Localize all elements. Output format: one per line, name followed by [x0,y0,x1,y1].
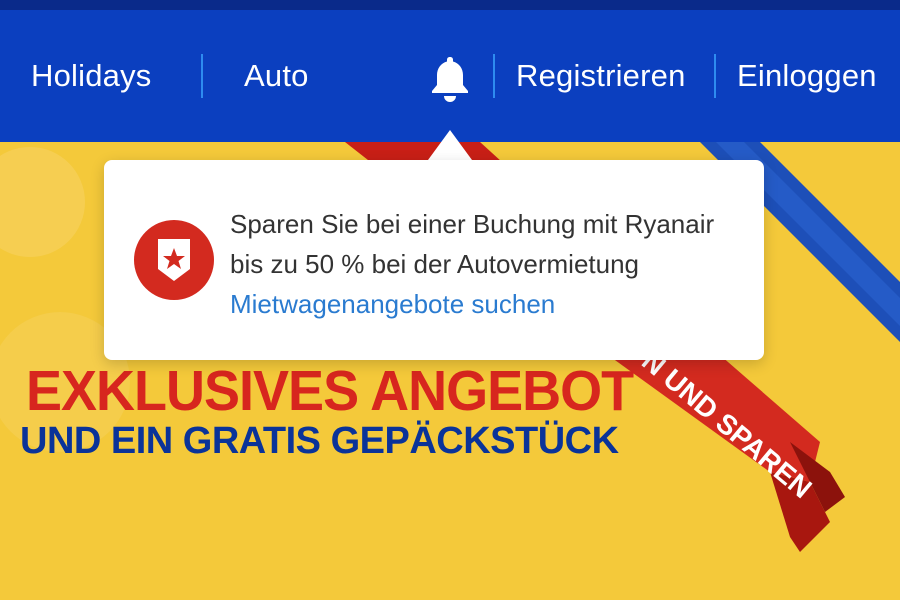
nav-item-holidays[interactable]: Holidays [31,10,151,142]
tooltip-message: Sparen Sie bei einer Buchung mit Ryanair… [230,204,750,284]
nav-divider [714,54,716,98]
tooltip-arrow [428,130,472,160]
nav-item-login[interactable]: Einloggen [737,10,877,142]
tooltip-line-1: Sparen Sie bei einer Buchung mit Ryanair [230,209,715,239]
nav-item-register[interactable]: Registrieren [516,10,686,142]
star-shield-icon [134,220,214,300]
hero-subheadline: UND EIN GRATIS GEPÄCKSTÜCK [20,420,619,462]
car-rental-tooltip: Sparen Sie bei einer Buchung mit Ryanair… [104,160,764,360]
tooltip-line-2: bis zu 50 % bei der Autovermietung [230,249,640,279]
bell-icon[interactable] [428,54,472,102]
hero-headline: EXKLUSIVES ANGEBOT [26,359,634,423]
nav-item-auto[interactable]: Auto [244,10,309,142]
nav-divider [201,54,203,98]
top-strip [0,0,900,10]
top-navigation-bar: Holidays Auto Registrieren Einloggen [0,10,900,142]
nav-divider [493,54,495,98]
car-rental-offers-link[interactable]: Mietwagenangebote suchen [230,284,555,324]
